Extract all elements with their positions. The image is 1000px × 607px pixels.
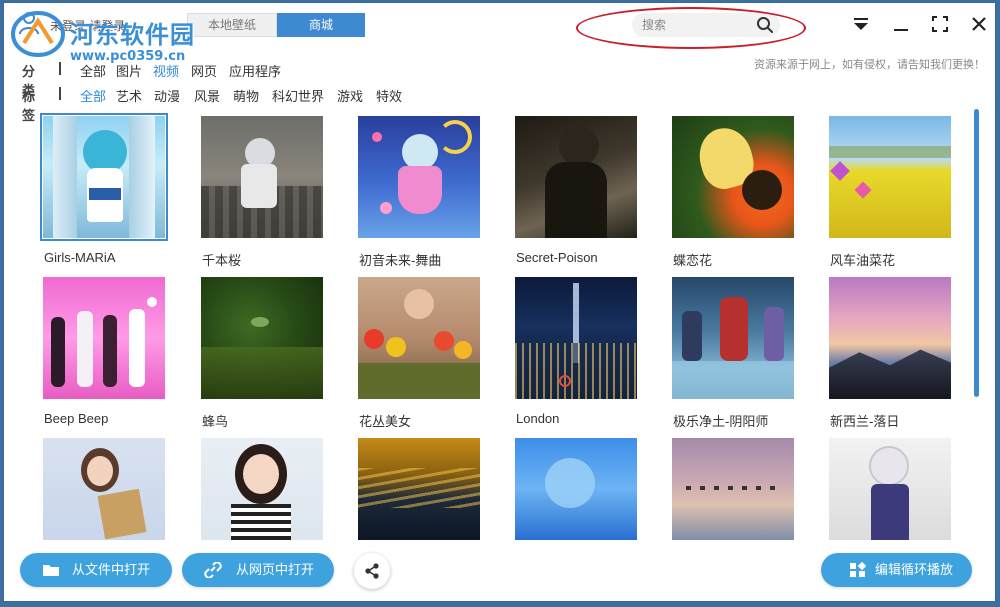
wallpaper-card-onmyoji[interactable]: 极乐净土-阴阳师 [672, 277, 796, 429]
wallpaper-card-beep-beep[interactable]: Beep Beep [43, 277, 167, 426]
wallpaper-thumbnail [201, 116, 323, 238]
wallpaper-thumbnail [829, 116, 951, 238]
wallpaper-thumbnail [43, 277, 165, 399]
tag-art[interactable]: 艺术 [116, 86, 142, 105]
tag-game[interactable]: 游戏 [337, 86, 363, 105]
tag-all[interactable]: 全部 [80, 86, 106, 105]
wallpaper-title: London [516, 411, 560, 426]
tag-anime[interactable]: 动漫 [154, 86, 180, 105]
wallpaper-thumbnail [43, 438, 165, 540]
wallpaper-thumbnail [672, 277, 794, 399]
wallpaper-card-new-zealand-sunset[interactable]: 新西兰-落日 [829, 277, 953, 429]
maximize-icon[interactable] [931, 15, 949, 33]
wallpaper-card-secret-poison[interactable]: Secret-Poison [515, 116, 639, 265]
close-icon[interactable] [970, 15, 988, 33]
scrollbar[interactable] [974, 109, 979, 397]
wallpaper-title: 新西兰-落日 [830, 414, 900, 429]
wallpaper-card-row3-1[interactable] [43, 438, 167, 540]
wallpaper-title: Secret-Poison [516, 250, 598, 265]
wallpaper-thumbnail [201, 277, 323, 399]
wallpaper-card-row3-5[interactable] [672, 438, 796, 540]
wallpaper-card-hummingbird[interactable]: 蜂鸟 [201, 277, 325, 429]
wallpaper-thumbnail [829, 438, 951, 540]
wallpaper-title: Beep Beep [44, 411, 109, 426]
grid-icon [850, 562, 867, 577]
wallpaper-thumbnail [829, 277, 951, 399]
wallpaper-title: 蝶恋花 [673, 253, 713, 268]
category-all[interactable]: 全部 [80, 61, 106, 80]
dropdown-menu-icon[interactable] [852, 15, 870, 33]
category-web[interactable]: 网页 [191, 61, 217, 80]
wallpaper-thumbnail [358, 116, 480, 238]
wallpaper-title: 千本桜 [202, 253, 242, 268]
wallpaper-card-row3-4[interactable] [515, 438, 639, 540]
wallpaper-card-row3-2[interactable] [201, 438, 325, 540]
tag-separator [59, 87, 61, 100]
tag-effects[interactable]: 特效 [376, 86, 402, 105]
wallpaper-thumbnail [515, 438, 637, 540]
wallpaper-title: 花丛美女 [359, 414, 412, 429]
wallpaper-card-london[interactable]: London [515, 277, 639, 426]
open-file-label: 从文件中打开 [72, 562, 151, 577]
wallpaper-card-flower-girl[interactable]: 花丛美女 [358, 277, 482, 429]
wallpaper-title: 风车油菜花 [830, 253, 896, 268]
wallpaper-thumbnail [515, 116, 637, 238]
wallpaper-thumbnail [358, 277, 480, 399]
app-window: 未登录 请登录 本地壁纸 商城 河东软件 [3, 2, 996, 602]
user-icon[interactable] [18, 11, 40, 35]
tab-local-wallpaper[interactable]: 本地壁纸 [187, 13, 277, 37]
wallpaper-thumbnail [358, 438, 480, 540]
open-web-button[interactable]: 从网页中打开 [182, 553, 334, 587]
title-bar: 未登录 请登录 本地壁纸 商城 [4, 3, 995, 45]
category-video[interactable]: 视频 [153, 61, 179, 80]
wallpaper-card-row3-3[interactable] [358, 438, 482, 540]
wallpaper-thumbnail [515, 277, 637, 399]
share-button[interactable] [354, 553, 390, 589]
tag-scifi[interactable]: 科幻世界 [272, 86, 324, 105]
edit-loop-label: 编辑循环播放 [875, 562, 954, 577]
wallpaper-card-windmill-rapeseed[interactable]: 风车油菜花 [829, 116, 953, 268]
wallpaper-title: 蜂鸟 [202, 414, 229, 429]
wallpaper-card-senbonzakura[interactable]: 千本桜 [201, 116, 325, 268]
category-app[interactable]: 应用程序 [229, 61, 281, 80]
edit-loop-button[interactable]: 编辑循环播放 [821, 553, 972, 587]
category-image[interactable]: 图片 [116, 61, 142, 80]
link-icon [204, 562, 222, 578]
wallpaper-title: Girls-MARiA [44, 250, 116, 265]
wallpaper-thumbnail [40, 113, 168, 241]
tag-cute[interactable]: 萌物 [233, 86, 259, 105]
tag-label: 标签 [22, 89, 36, 123]
category-separator [59, 62, 61, 75]
tab-store[interactable]: 商城 [277, 13, 365, 37]
wallpaper-thumbnail [201, 438, 323, 540]
login-status[interactable]: 未登录 请登录 [50, 17, 125, 34]
wallpaper-thumbnail [672, 438, 794, 540]
open-file-button[interactable]: 从文件中打开 [20, 553, 172, 587]
wallpaper-card-girls-maria[interactable]: Girls-MARiA [40, 113, 168, 265]
wallpaper-card-butterfly-flower[interactable]: 蝶恋花 [672, 116, 796, 268]
wallpaper-title: 极乐净土-阴阳师 [673, 414, 769, 429]
search-box [632, 13, 780, 37]
wallpaper-card-row3-6[interactable] [829, 438, 953, 540]
search-input[interactable] [642, 16, 752, 34]
folder-icon [43, 565, 59, 576]
disclaimer: 资源来源于网上，如有侵权，请告知我们更换！ [754, 59, 985, 71]
open-web-label: 从网页中打开 [236, 562, 315, 577]
wallpaper-title: 初音未来-舞曲 [359, 253, 442, 268]
search-icon[interactable] [756, 16, 774, 34]
minimize-icon[interactable] [892, 15, 910, 33]
tag-scenery[interactable]: 风景 [194, 86, 220, 105]
share-icon [365, 563, 379, 579]
wallpaper-thumbnail [672, 116, 794, 238]
wallpaper-card-miku-dance[interactable]: 初音未来-舞曲 [358, 116, 482, 268]
